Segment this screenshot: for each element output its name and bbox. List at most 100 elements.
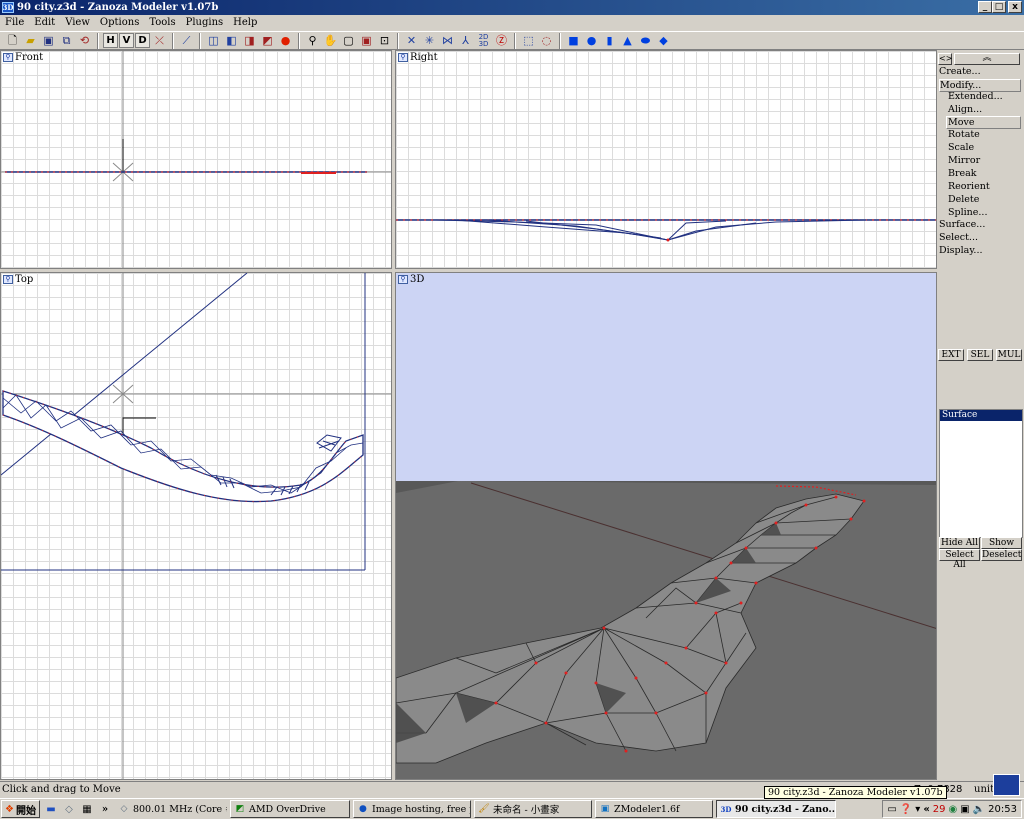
deselect-button[interactable]: Deselect [981, 549, 1022, 561]
select-all-button[interactable]: Select All [939, 549, 980, 570]
create-sphere-icon[interactable]: ● [583, 32, 600, 49]
maximize-button[interactable]: □ [992, 1, 1006, 13]
save-icon[interactable]: ▣ [40, 32, 57, 49]
create-cone-icon[interactable]: ▲ [619, 32, 636, 49]
select-object-icon[interactable]: ⋈ [439, 32, 456, 49]
viewport-3d-label[interactable]: ⚲ 3D [398, 274, 424, 285]
horizontal-split-button[interactable]: H [103, 33, 118, 48]
tray-app-icon[interactable]: ◉ [949, 804, 958, 815]
cmd-surface[interactable]: Surface... [939, 219, 985, 230]
start-button[interactable]: ❖ 開始 [1, 800, 40, 818]
viewport-3d[interactable]: ⚲ 3D [395, 272, 937, 780]
pan-hand-icon[interactable]: ✋ [322, 32, 339, 49]
cmd-scale[interactable]: Scale [948, 142, 974, 153]
task-amd-overdrive[interactable]: ◩ AMD OverDrive [229, 800, 350, 818]
zoom-all-icon[interactable]: ⊡ [376, 32, 393, 49]
cmd-extended[interactable]: Extended... [948, 91, 1003, 102]
create-cylinder-icon[interactable]: ▮ [601, 32, 618, 49]
menu-help[interactable]: Help [228, 17, 262, 28]
create-box-icon[interactable]: ■ [565, 32, 582, 49]
magnifier-icon[interactable]: ⚲ [3, 53, 13, 62]
collapse-up-icon[interactable]: ︽ [954, 53, 1020, 65]
z-mode-icon[interactable]: Ⓩ [493, 32, 510, 49]
surface-list[interactable]: Surface [939, 409, 1023, 538]
menu-view[interactable]: View [60, 17, 95, 28]
open-folder-icon[interactable]: ▰ [22, 32, 39, 49]
show-all-button[interactable]: Show All [981, 537, 1022, 558]
volume-icon[interactable]: 🔈 [973, 804, 985, 815]
mul-button[interactable]: MUL [996, 349, 1022, 361]
vertical-split-button[interactable]: V [119, 33, 134, 48]
menu-options[interactable]: Options [95, 17, 144, 28]
quicklaunch-icon[interactable]: ◇ [62, 802, 76, 816]
magnifier-icon[interactable]: ⚲ [398, 53, 408, 62]
cmd-delete[interactable]: Delete [948, 194, 979, 205]
zoom-extents-icon[interactable]: ▢ [340, 32, 357, 49]
viewport-right[interactable]: ⚲ Right [395, 50, 937, 269]
task-zanoza-active[interactable]: 3D 90 city.z3d - Zano... [715, 800, 836, 818]
import-icon[interactable]: ⧉ [58, 32, 75, 49]
select-circle-icon[interactable]: ◌ [538, 32, 555, 49]
export-icon[interactable]: ⟲ [76, 32, 93, 49]
axis-icon[interactable]: ⤫ [151, 32, 168, 49]
select-face-icon[interactable]: ✳ [421, 32, 438, 49]
create-torus-icon[interactable]: ⬬ [637, 32, 654, 49]
hide-all-button[interactable]: Hide All [939, 537, 980, 549]
expand-tray-icon[interactable]: « [923, 804, 929, 815]
help-icon[interactable]: ❓ [900, 804, 912, 815]
cmd-mirror[interactable]: Mirror [948, 155, 980, 166]
desktop-icon[interactable]: ▬ [44, 802, 58, 816]
viewport-top[interactable]: ⚲ Top [0, 272, 392, 780]
display-icon[interactable]: ▣ [960, 804, 969, 815]
zoom-icon[interactable]: ⚲ [304, 32, 321, 49]
depth-split-button[interactable]: D [135, 33, 150, 48]
cmd-select[interactable]: Select... [939, 232, 978, 243]
task-image-hosting[interactable]: ● Image hosting, free pho... [352, 800, 471, 818]
menu-file[interactable]: File [0, 17, 29, 28]
cmd-display[interactable]: Display... [939, 245, 982, 256]
viewport-front[interactable]: ⚲ Front [0, 50, 392, 269]
sphere-render-icon[interactable]: ● [277, 32, 294, 49]
cube-view-icon[interactable]: ◫ [205, 32, 222, 49]
magnifier-icon[interactable]: ⚲ [398, 275, 408, 284]
cube-top-icon[interactable]: ◩ [259, 32, 276, 49]
cmd-reorient[interactable]: Reorient [948, 181, 990, 192]
cmd-move[interactable]: Move [946, 116, 1021, 129]
network-icon[interactable]: ▭ [887, 804, 896, 815]
wire-mode-icon[interactable]: ⟋ [178, 32, 195, 49]
surface-list-item[interactable]: Surface [940, 410, 1022, 421]
sel-button[interactable]: SEL [967, 349, 993, 361]
more-quicklaunch-icon[interactable]: » [98, 802, 112, 816]
select-rect-icon[interactable]: ⬚ [520, 32, 537, 49]
viewport-right-label[interactable]: ⚲ Right [398, 52, 438, 63]
new-file-icon[interactable]: 🗋 [4, 32, 21, 49]
select-axis-icon[interactable]: ⅄ [457, 32, 474, 49]
menu-plugins[interactable]: Plugins [181, 17, 229, 28]
menu-tools[interactable]: Tools [144, 17, 180, 28]
close-button[interactable]: x [1008, 1, 1022, 13]
cmd-align[interactable]: Align... [948, 104, 982, 115]
viewport-top-label[interactable]: ⚲ Top [3, 274, 33, 285]
create-plane-icon[interactable]: ◆ [655, 32, 672, 49]
cube-side-icon[interactable]: ◨ [241, 32, 258, 49]
ext-button[interactable]: EXT [938, 349, 964, 361]
cmd-spline[interactable]: Spline... [948, 207, 987, 218]
cmd-break[interactable]: Break [948, 168, 977, 179]
magnifier-icon[interactable]: ⚲ [3, 275, 13, 284]
calculator-icon[interactable]: ▦ [80, 802, 94, 816]
task-cpu-monitor[interactable]: ◇ 800.01 MHz (Core #0) [115, 800, 227, 818]
zoom-region-icon[interactable]: ▣ [358, 32, 375, 49]
task-zmodeler[interactable]: ▣ ZModeler1.6f [594, 800, 713, 818]
viewport-front-label[interactable]: ⚲ Front [3, 52, 43, 63]
arrow-icon[interactable]: ▾ [915, 804, 920, 815]
cube-front-icon[interactable]: ◧ [223, 32, 240, 49]
menu-edit[interactable]: Edit [29, 17, 60, 28]
select-vertex-icon[interactable]: ✕ [403, 32, 420, 49]
cmd-create[interactable]: Create... [939, 66, 981, 77]
task-paint[interactable]: 🖌 未命名 - 小畫家 [473, 800, 592, 818]
app-icon: 3D [2, 2, 14, 13]
minimize-button[interactable]: _ [978, 1, 992, 13]
2d-3d-icon[interactable]: 2D 3D [475, 32, 492, 49]
panel-toggle-button[interactable]: <> [938, 53, 952, 65]
cmd-rotate[interactable]: Rotate [948, 129, 980, 140]
